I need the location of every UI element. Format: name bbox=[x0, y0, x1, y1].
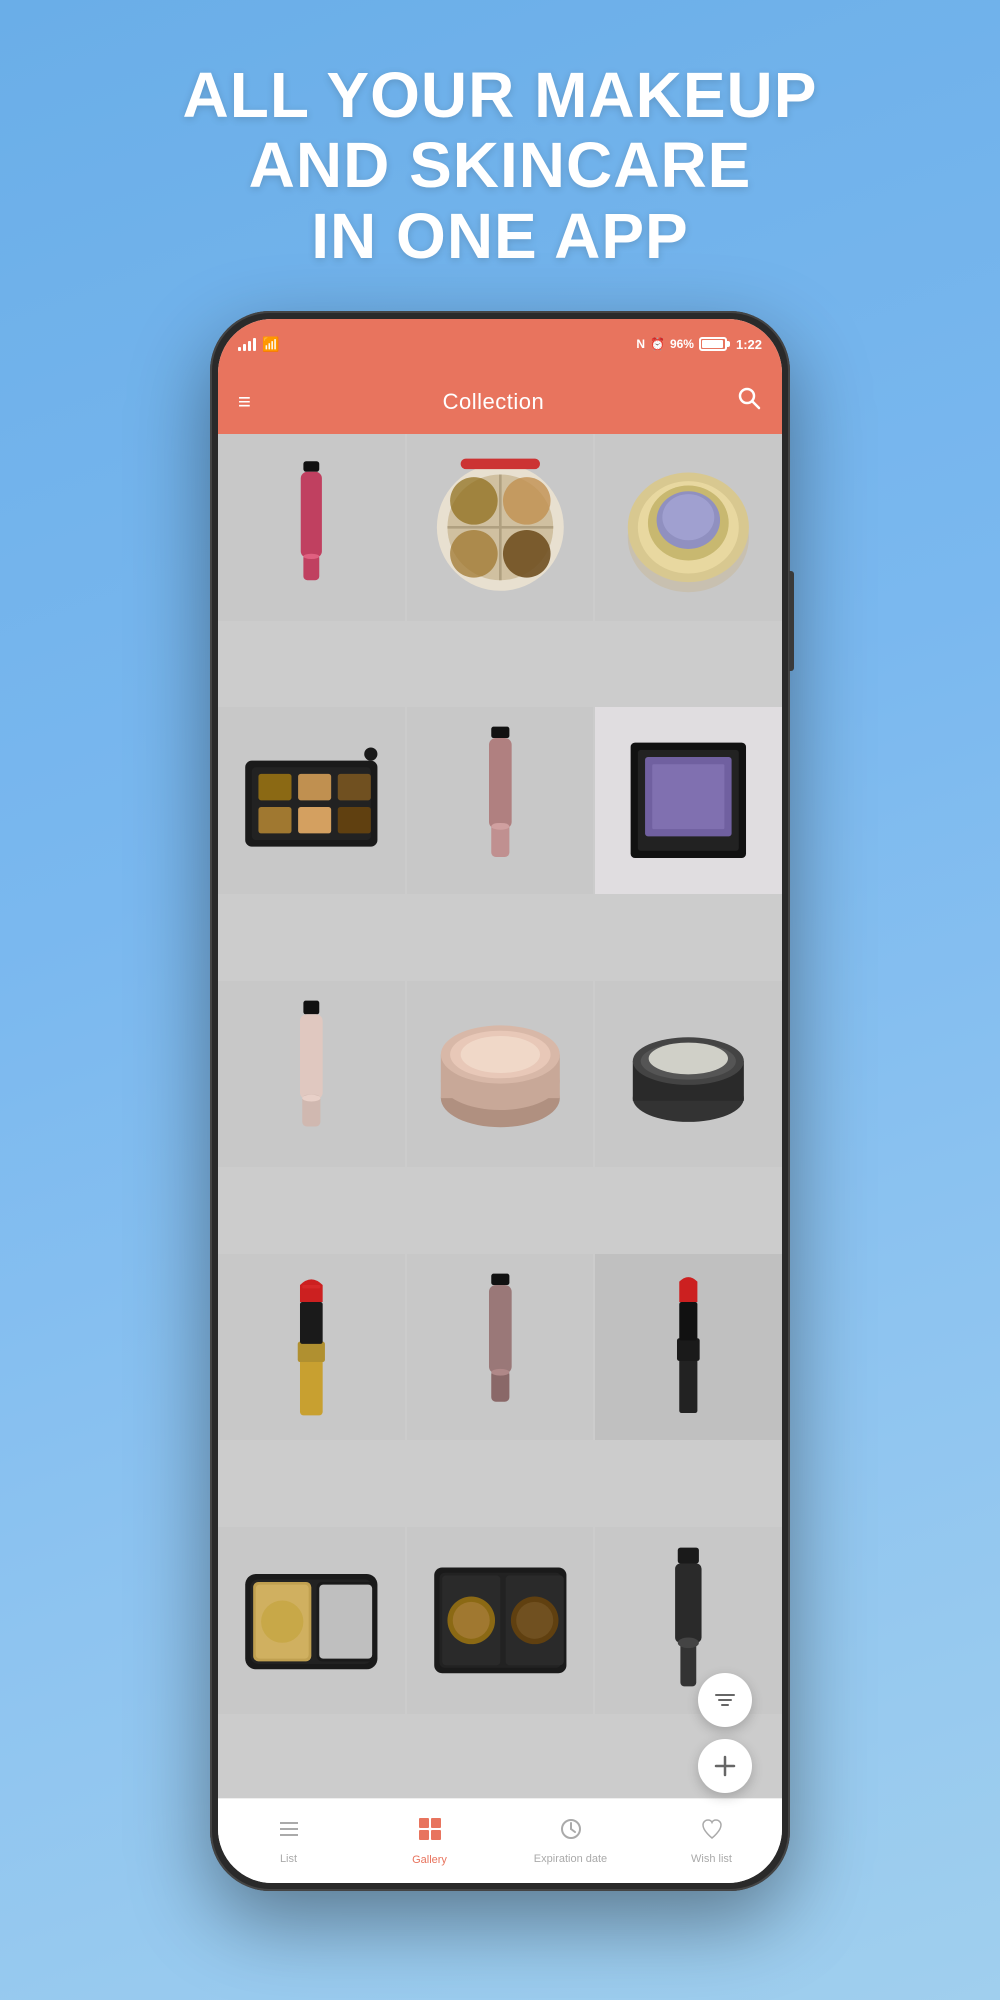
status-right: N ⏰ 96% 1:22 bbox=[636, 337, 762, 352]
menu-button[interactable]: ≡ bbox=[238, 389, 251, 415]
list-icon bbox=[277, 1817, 301, 1841]
powder-compact-gold-icon bbox=[609, 448, 768, 607]
gallery-nav-icon bbox=[417, 1816, 443, 1849]
product-cell-9[interactable] bbox=[595, 981, 782, 1168]
wishlist-nav-icon bbox=[700, 1817, 724, 1848]
product-cell-13[interactable] bbox=[218, 1527, 405, 1714]
eyeshadow-single-purple-icon bbox=[609, 721, 768, 880]
product-cell-8[interactable] bbox=[407, 981, 594, 1168]
nav-list[interactable]: List bbox=[218, 1809, 359, 1873]
hero-text: ALL YOUR MAKEUP AND SKINCARE IN ONE APP bbox=[123, 0, 878, 311]
alarm-icon: ⏰ bbox=[650, 337, 665, 351]
nav-list-label: List bbox=[280, 1853, 297, 1865]
nav-expiration[interactable]: Expiration date bbox=[500, 1809, 641, 1873]
app-title: Collection bbox=[443, 389, 545, 415]
list-nav-icon bbox=[277, 1817, 301, 1848]
filter-icon bbox=[714, 1689, 736, 1711]
product-cell-5[interactable] bbox=[407, 707, 594, 894]
phone-screen: 📶 N ⏰ 96% 1:22 ≡ Collection bbox=[218, 319, 782, 1883]
powder-jar-icon bbox=[609, 995, 768, 1154]
product-cell-14[interactable] bbox=[407, 1527, 594, 1714]
bottom-nav: List Gallery bbox=[218, 1798, 782, 1883]
product-grid bbox=[218, 434, 782, 1798]
lipstick-tall-icon bbox=[609, 1268, 768, 1427]
product-cell-12[interactable] bbox=[595, 1254, 782, 1441]
lip-gloss-nude-icon bbox=[421, 721, 580, 880]
nav-wishlist[interactable]: Wish list bbox=[641, 1809, 782, 1873]
clock-icon bbox=[559, 1817, 583, 1841]
product-cell-15[interactable] bbox=[595, 1527, 782, 1714]
product-cell-6[interactable] bbox=[595, 707, 782, 894]
lip-gloss-red-icon bbox=[232, 448, 391, 607]
nav-gallery-label: Gallery bbox=[412, 1854, 447, 1866]
product-cell-11[interactable] bbox=[407, 1254, 594, 1441]
nav-wishlist-label: Wish list bbox=[691, 1853, 732, 1865]
heart-icon bbox=[700, 1817, 724, 1841]
nav-gallery[interactable]: Gallery bbox=[359, 1808, 500, 1874]
product-cell-7[interactable] bbox=[218, 981, 405, 1168]
lipstick-red-icon bbox=[232, 1268, 391, 1427]
product-cell-1[interactable] bbox=[218, 434, 405, 621]
gallery-icon bbox=[417, 1816, 443, 1842]
power-button bbox=[789, 571, 794, 671]
cream-pot-icon bbox=[421, 995, 580, 1154]
filter-fab-button[interactable] bbox=[698, 1673, 752, 1727]
battery-icon bbox=[699, 337, 727, 351]
eyeshadow-palette-icon bbox=[232, 721, 391, 880]
app-header: ≡ Collection bbox=[218, 369, 782, 434]
compact-mirror-icon bbox=[232, 1541, 391, 1700]
lip-gloss-mauve-icon bbox=[421, 1268, 580, 1427]
plus-icon bbox=[714, 1755, 736, 1777]
duo-compact-icon bbox=[421, 1541, 580, 1700]
product-cell-4[interactable] bbox=[218, 707, 405, 894]
product-cell-3[interactable] bbox=[595, 434, 782, 621]
nfc-icon: N bbox=[636, 337, 645, 351]
product-cell-10[interactable] bbox=[218, 1254, 405, 1441]
search-button[interactable] bbox=[736, 385, 762, 418]
battery-percent: 96% bbox=[670, 337, 694, 351]
phone-mockup: 📶 N ⏰ 96% 1:22 ≡ Collection bbox=[210, 311, 790, 1891]
product-cell-2[interactable] bbox=[407, 434, 594, 621]
add-fab-button[interactable] bbox=[698, 1739, 752, 1793]
nav-expiration-label: Expiration date bbox=[534, 1853, 607, 1865]
status-left: 📶 bbox=[238, 336, 279, 353]
time-display: 1:22 bbox=[736, 337, 762, 352]
fab-container bbox=[698, 1673, 752, 1793]
phone-frame: 📶 N ⏰ 96% 1:22 ≡ Collection bbox=[210, 311, 790, 1891]
app-content: List Gallery bbox=[218, 434, 782, 1883]
eyeshadow-compact-icon bbox=[421, 448, 580, 607]
signal-icon bbox=[238, 337, 256, 351]
lip-gloss-clear-icon bbox=[232, 995, 391, 1154]
wifi-icon: 📶 bbox=[262, 336, 279, 353]
status-bar: 📶 N ⏰ 96% 1:22 bbox=[218, 319, 782, 369]
expiration-nav-icon bbox=[559, 1817, 583, 1848]
